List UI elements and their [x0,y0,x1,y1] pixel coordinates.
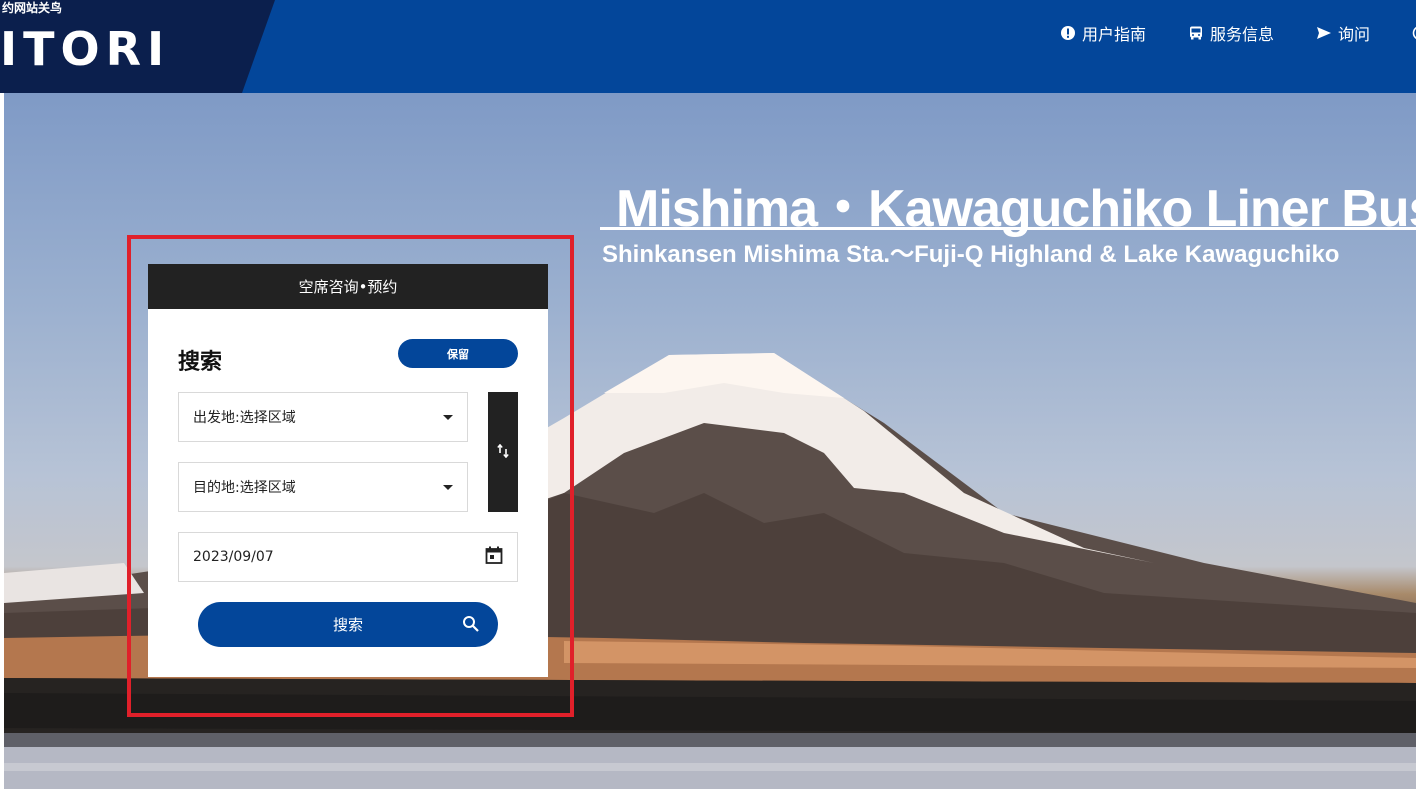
alert-circle-icon [1060,25,1076,41]
nav-service-info-label: 服务信息 [1209,25,1274,44]
bus-icon [1188,25,1204,41]
search-button-label: 搜索 [332,616,363,634]
chevron-down-icon [443,414,453,420]
reserve-button[interactable]: 保留 [398,339,518,368]
swap-vertical-icon [497,443,509,462]
origin-select[interactable]: 出发地:选择区域 [178,392,468,442]
globe-icon [1412,25,1416,41]
origin-value: 出发地:选择区域 [193,410,296,426]
nav-user-guide-label: 用户指南 [1081,25,1146,44]
swap-locations-button[interactable] [488,392,518,512]
widget-header: 空席咨询•预约 [148,264,548,309]
main-nav: 用户指南 服务信息 询问 [1060,22,1416,44]
date-field[interactable]: 2023/09/07 [178,532,518,582]
date-value: 2023/09/07 [193,549,274,565]
destination-select[interactable]: 目的地:选择区域 [178,462,468,512]
nav-inquiry-label: 询问 [1337,25,1370,44]
search-button[interactable]: 搜索 [198,602,498,647]
chevron-down-icon [443,484,453,490]
logo-block[interactable]: 约网站关鸟 ITORI [0,0,275,93]
nav-language[interactable] [1412,25,1416,41]
search-icon [462,615,480,637]
logo-tagline: 约网站关鸟 [2,1,63,15]
send-icon [1316,25,1332,41]
destination-value: 目的地:选择区域 [193,480,296,496]
nav-user-guide[interactable]: 用户指南 [1060,21,1146,45]
nav-service-info[interactable]: 服务信息 [1188,21,1274,45]
widget-title: 搜索 [178,350,223,375]
calendar-icon[interactable] [485,546,503,568]
hero-subtitle: Shinkansen Mishima Sta.〜Fuji-Q Highland … [602,241,1340,268]
site-header: 约网站关鸟 ITORI 用户指南 服务信息 询问 [0,0,1416,93]
nav-inquiry[interactable]: 询问 [1316,21,1370,45]
logo-text: ITORI [0,22,171,76]
hero-title-underline [600,227,1416,230]
seat-search-widget: 空席咨询•预约 搜索 保留 出发地:选择区域 目的地:选择区域 2023/09/… [148,264,548,677]
